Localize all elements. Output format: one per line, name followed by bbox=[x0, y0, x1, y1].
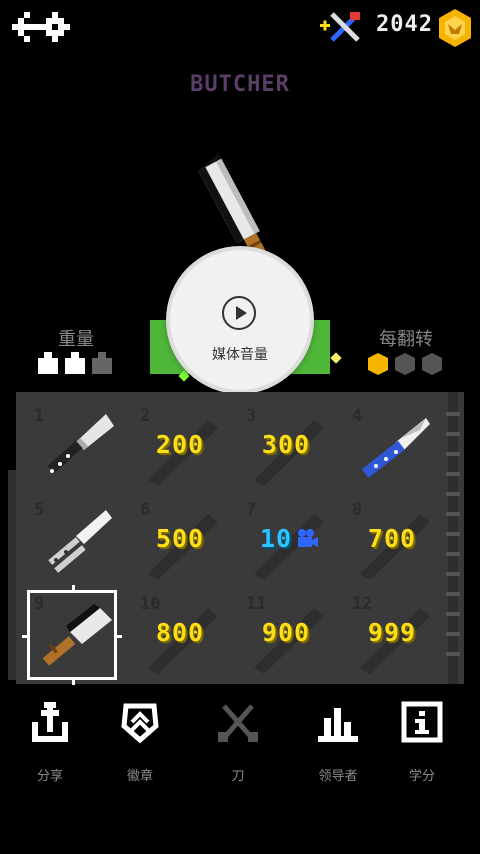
weight-icon bbox=[65, 352, 85, 374]
badge-icon bbox=[121, 703, 159, 744]
knife-icon bbox=[48, 510, 112, 573]
coin-count: 2042 bbox=[376, 12, 433, 37]
knife-slot-1[interactable]: 1 bbox=[22, 400, 126, 492]
price-label: 200 bbox=[155, 430, 205, 459]
knife-icon bbox=[361, 418, 430, 478]
coin-icon bbox=[439, 9, 471, 47]
crossed-knives-icon bbox=[218, 704, 258, 742]
price-label: 800 bbox=[155, 618, 205, 647]
knife-slot-4[interactable]: 4 bbox=[340, 400, 444, 492]
weight-label: 重量 bbox=[58, 329, 94, 350]
knife-name: BUTCHER bbox=[190, 72, 290, 97]
selected-slot-frame bbox=[22, 585, 122, 685]
knife-icon bbox=[47, 414, 114, 474]
video-camera-icon bbox=[298, 529, 318, 547]
weapons-plus-icon[interactable] bbox=[318, 10, 362, 44]
knife-slot-2[interactable]: 2 200 bbox=[128, 400, 232, 492]
knife-slot-10[interactable]: 10 800 bbox=[128, 588, 232, 680]
nav-knives[interactable]: 刀 bbox=[198, 690, 278, 790]
weight-icon bbox=[38, 352, 58, 374]
price-label: 999 bbox=[367, 618, 417, 647]
media-volume-label: 媒体音量 bbox=[212, 347, 268, 363]
knife-slot-5[interactable]: 5 bbox=[22, 494, 126, 586]
share-icon bbox=[32, 702, 68, 742]
weight-icons bbox=[38, 352, 112, 374]
sparkle-icon bbox=[330, 352, 342, 364]
price-label: 300 bbox=[261, 430, 311, 459]
nav-credits[interactable]: 学分 bbox=[382, 690, 462, 790]
knife-slot-11[interactable]: 11 900 bbox=[234, 588, 338, 680]
info-icon bbox=[401, 701, 443, 743]
flip-reward-label: 每翻转 bbox=[379, 329, 433, 350]
knife-slot-8[interactable]: 8 700 bbox=[340, 494, 444, 586]
leaderboard-icon bbox=[318, 708, 358, 742]
play-icon bbox=[222, 296, 256, 330]
media-volume-button[interactable]: 媒体音量 bbox=[170, 250, 310, 390]
price-label: 500 bbox=[155, 524, 205, 553]
panel-edge bbox=[8, 470, 16, 680]
scroll-rail[interactable] bbox=[444, 392, 462, 684]
nav-share[interactable]: 分享 bbox=[10, 690, 90, 790]
weight-icon bbox=[92, 352, 112, 374]
knife-slot-7[interactable]: 7 10 bbox=[234, 494, 338, 586]
knife-slot-12[interactable]: 12 999 bbox=[340, 588, 444, 680]
nav-leaders[interactable]: 领导者 bbox=[298, 690, 378, 790]
bottom-nav: 分享 徽章 刀 领导者 学分 bbox=[0, 690, 480, 800]
nav-badges[interactable]: 徽章 bbox=[100, 690, 180, 790]
top-bar: 2042 bbox=[0, 0, 480, 60]
knife-slot-3[interactable]: 3 300 bbox=[234, 400, 338, 492]
price-label: 700 bbox=[367, 524, 417, 553]
back-settings-icon[interactable] bbox=[10, 6, 70, 48]
price-label: 900 bbox=[261, 618, 311, 647]
flip-coin-icons bbox=[368, 353, 442, 375]
knife-slot-6[interactable]: 6 500 bbox=[128, 494, 232, 586]
